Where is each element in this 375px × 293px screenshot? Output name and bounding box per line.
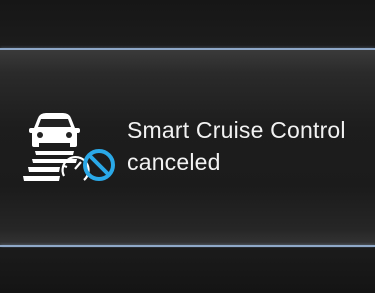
notification-title-line2: canceled: [127, 149, 221, 175]
bottom-separator: [0, 245, 375, 247]
cancel-icon: [83, 149, 115, 181]
notification-title-line1: Smart Cruise Control: [127, 117, 346, 143]
car-icon: [29, 113, 80, 147]
bottom-band: [0, 248, 375, 293]
top-band: [0, 0, 375, 48]
smart-cruise-canceled-icon: [23, 113, 115, 181]
notification-message: Smart Cruise Control canceled: [127, 114, 346, 178]
distance-bars-icon: [23, 151, 77, 181]
cluster-display: Smart Cruise Control canceled: [0, 0, 375, 293]
